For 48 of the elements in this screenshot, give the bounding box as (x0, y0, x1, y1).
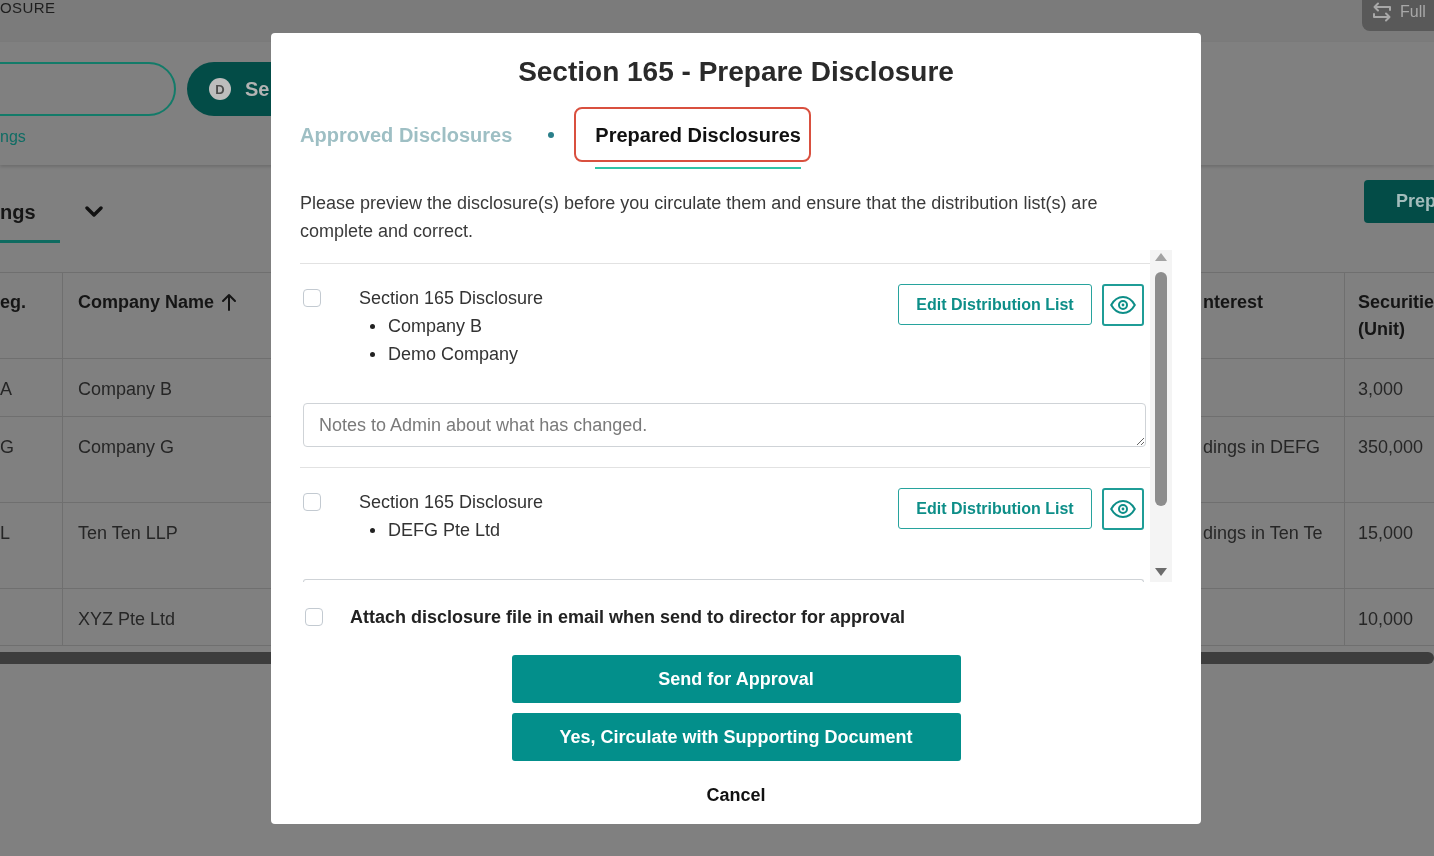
eye-icon (1110, 296, 1136, 314)
notes-field[interactable] (303, 579, 1144, 582)
breadcrumb: OSURE (0, 0, 56, 15)
preview-button[interactable] (1102, 488, 1144, 530)
instruction-text: Please preview the disclosure(s) before you circulate them and ensure that the distribution list(s) are complete and correct. (300, 192, 1099, 243)
column-header: Company Name (78, 291, 215, 314)
disclosure-title: Section 165 Disclosure (359, 287, 544, 310)
company-name: Demo Company (388, 343, 519, 366)
tab[interactable]: ngs (0, 200, 60, 243)
notes-field[interactable]: Notes to Admin about what has changed. (303, 403, 1146, 447)
table-cell: 10,000 (1344, 589, 1434, 646)
action-button[interactable]: Send for Approval (511, 655, 961, 703)
table-cell: 3,000 (1344, 359, 1434, 417)
bullet-icon (370, 527, 375, 533)
column-header: Securitie (Unit) (1358, 291, 1434, 341)
action-button[interactable]: Yes, Circulate with Supporting Document (511, 713, 961, 761)
checkbox[interactable] (305, 608, 323, 626)
vertical-scrollbar[interactable] (1150, 250, 1172, 582)
table-cell: 350,000 (1344, 417, 1434, 503)
tab[interactable]: Prepared Disclosures (595, 117, 801, 169)
search-field[interactable] (0, 62, 176, 116)
company-name: Company B (388, 315, 483, 338)
checkbox[interactable] (303, 493, 321, 511)
separator-dot-icon (548, 132, 555, 138)
letter-badge: D (209, 78, 231, 100)
edit-distribution-list-button[interactable]: Edit Distribution List (898, 488, 1092, 529)
checkbox[interactable] (303, 289, 321, 307)
eye-icon (1110, 500, 1136, 518)
bullet-icon (370, 351, 375, 357)
table-cell: A (0, 359, 62, 417)
bullet-icon (370, 323, 375, 329)
company-name: DEFG Pte Ltd (388, 519, 501, 542)
table-cell: G (0, 417, 62, 503)
table-cell: L (0, 503, 62, 589)
disclosure-title: Section 165 Disclosure (359, 491, 544, 514)
search-button[interactable]: D Se (187, 62, 271, 116)
column-header: eg. (0, 291, 26, 314)
dialog-title: Section 165 - Prepare Disclosure (518, 55, 954, 89)
full-screen-button[interactable]: Full (1362, 0, 1434, 31)
column-header: nterest (1203, 291, 1264, 314)
swap-arrows-icon (1372, 2, 1392, 22)
preview-button[interactable] (1102, 284, 1144, 326)
chevron-down-icon[interactable] (84, 206, 103, 218)
cancel-button[interactable]: Cancel (694, 775, 778, 815)
table-cell: 15,000 (1344, 503, 1434, 589)
arrow-up-icon[interactable] (221, 293, 238, 312)
checkbox-label: Attach disclosure file in email when send to director for approval (350, 606, 906, 628)
edit-distribution-list-button[interactable]: Edit Distribution List (898, 284, 1092, 325)
